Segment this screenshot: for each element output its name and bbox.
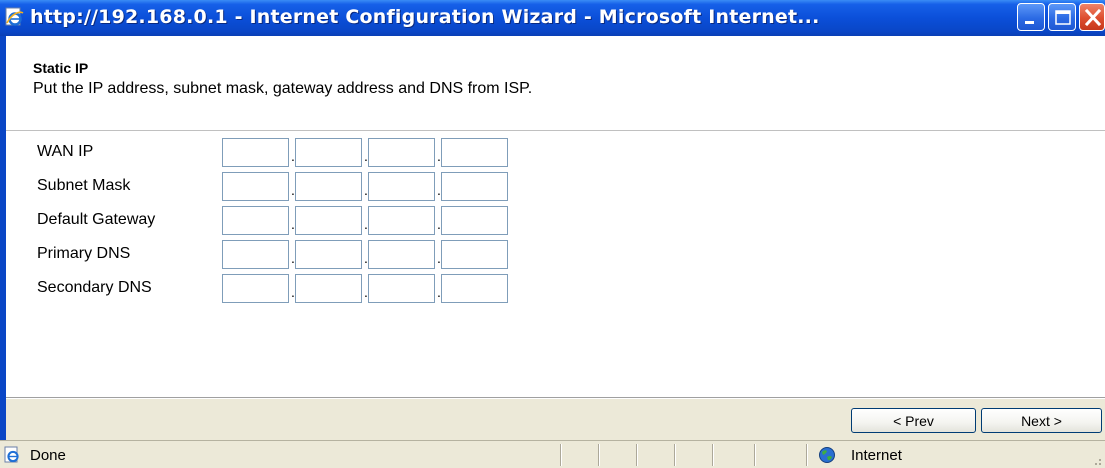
wan-ip-octet-4[interactable] [441,138,508,167]
page-title: Static IP [33,60,89,76]
wizard-header: Static IP Put the IP address, subnet mas… [6,36,1105,131]
ie-page-icon [4,7,24,27]
browser-popup-window: http://192.168.0.1 - Internet Configurat… [0,0,1105,468]
status-text: Done [30,447,66,464]
subnet-mask-octet-1[interactable] [222,172,289,201]
title-bar[interactable]: http://192.168.0.1 - Internet Configurat… [0,0,1105,36]
wizard-footer: < Prev Next > [6,399,1105,440]
globe-icon [818,446,836,464]
secondary-dns-octet-4[interactable] [441,274,508,303]
subnet-mask-label: Subnet Mask [37,177,131,194]
default-gateway-octet-2[interactable] [295,206,362,235]
wan-ip-octet-2[interactable] [295,138,362,167]
wan-ip-octet-3[interactable] [368,138,435,167]
resize-grip-icon[interactable] [1090,453,1102,465]
next-button[interactable]: Next > [981,408,1102,433]
primary-dns-octet-1[interactable] [222,240,289,269]
default-gateway-octet-1[interactable] [222,206,289,235]
status-separator [806,444,808,466]
default-gateway-octet-3[interactable] [368,206,435,235]
subnet-mask-octet-3[interactable] [368,172,435,201]
window-title: http://192.168.0.1 - Internet Configurat… [30,6,820,28]
primary-dns-octet-4[interactable] [441,240,508,269]
status-separator [712,444,714,466]
close-icon [1084,8,1102,27]
wan-ip-label: WAN IP [37,143,94,160]
secondary-dns-label: Secondary DNS [37,279,152,296]
primary-dns-octet-2[interactable] [295,240,362,269]
wan-ip-octet-1[interactable] [222,138,289,167]
primary-dns-label: Primary DNS [37,245,131,262]
secondary-dns-octet-3[interactable] [368,274,435,303]
minimize-button[interactable] [1017,3,1045,31]
status-separator [598,444,600,466]
secondary-dns-octet-2[interactable] [295,274,362,303]
status-bar: Done Internet [0,440,1105,468]
page-description: Put the IP address, subnet mask, gateway… [33,80,533,97]
status-separator [754,444,756,466]
static-ip-form: WAN IP . . . Subnet Mask . . . Default G… [6,131,1105,397]
default-gateway-label: Default Gateway [37,211,156,228]
primary-dns-octet-3[interactable] [368,240,435,269]
status-separator [560,444,562,466]
maximize-icon [1055,10,1071,25]
maximize-button[interactable] [1048,3,1076,31]
close-button[interactable] [1079,3,1105,31]
minimize-icon [1025,21,1034,24]
zone-text: Internet [851,447,902,464]
status-separator [636,444,638,466]
subnet-mask-octet-2[interactable] [295,172,362,201]
subnet-mask-octet-4[interactable] [441,172,508,201]
ie-page-icon [3,446,21,464]
status-separator [674,444,676,466]
prev-button[interactable]: < Prev [851,408,976,433]
default-gateway-octet-4[interactable] [441,206,508,235]
secondary-dns-octet-1[interactable] [222,274,289,303]
